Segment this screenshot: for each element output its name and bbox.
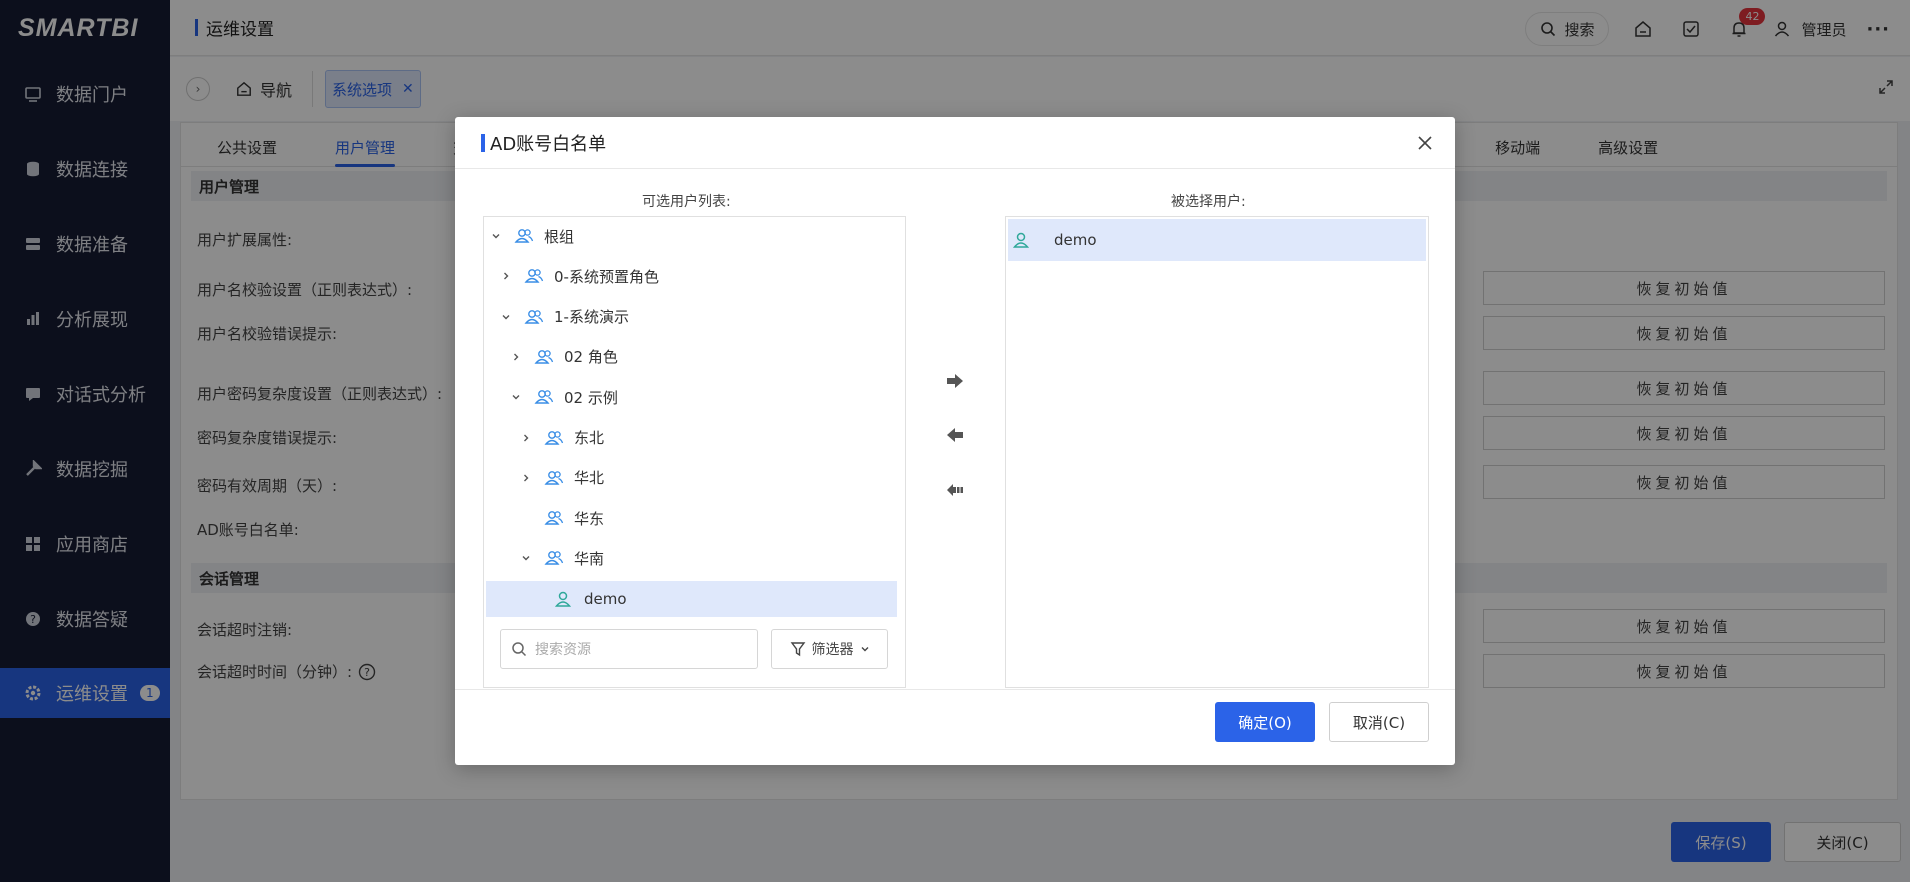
user-group-icon bbox=[544, 509, 564, 527]
tree-node-label: 华北 bbox=[574, 469, 605, 488]
tree-node[interactable]: 02 示例 bbox=[486, 379, 897, 415]
tree-node[interactable]: 华北 bbox=[486, 460, 897, 496]
resource-search-placeholder: 搜索资源 bbox=[535, 642, 591, 658]
user-group-icon bbox=[544, 549, 564, 567]
tree-node-label: 02 角色 bbox=[564, 348, 618, 367]
chevron-down-icon bbox=[861, 647, 868, 652]
tree-node-label: 1-系统演示 bbox=[554, 308, 629, 327]
selected-users-title: 被选择用户: bbox=[1171, 194, 1246, 210]
remove-all-button[interactable] bbox=[943, 478, 967, 502]
search-icon bbox=[512, 642, 527, 657]
tree-node[interactable]: 华东 bbox=[486, 500, 897, 536]
user-group-icon bbox=[534, 388, 554, 406]
tree-node[interactable]: 东北 bbox=[486, 420, 897, 456]
tree-node[interactable]: 根组 bbox=[486, 218, 897, 254]
user-group-icon bbox=[514, 227, 534, 245]
chevron-down-icon[interactable] bbox=[488, 231, 504, 241]
chevron-right-icon[interactable] bbox=[508, 352, 524, 362]
dialog-footer: 确定(O) 取消(C) bbox=[455, 689, 1455, 765]
tree-node[interactable]: demo bbox=[486, 580, 897, 617]
user-icon bbox=[554, 590, 574, 608]
user-group-icon bbox=[544, 429, 564, 447]
tree-node[interactable]: 02 角色 bbox=[486, 339, 897, 375]
arrow-left-icon bbox=[947, 428, 963, 442]
tree-node[interactable]: 1-系统演示 bbox=[486, 299, 897, 335]
chevron-down-icon[interactable] bbox=[498, 312, 514, 322]
funnel-icon bbox=[790, 642, 805, 657]
ad-whitelist-dialog: AD账号白名单 可选用户列表: 被选择用户: 根组 0-系统预置角色 1-系统演示 0… bbox=[455, 117, 1455, 765]
tree-node[interactable]: 华南 bbox=[486, 540, 897, 576]
chevron-right-icon[interactable] bbox=[518, 473, 534, 483]
filter-button[interactable]: 筛选器 bbox=[771, 629, 888, 669]
chevron-down-icon[interactable] bbox=[508, 392, 524, 402]
tree-node-label: 华东 bbox=[574, 509, 605, 528]
chevron-down-icon[interactable] bbox=[518, 553, 534, 563]
tree-node-label: 02 示例 bbox=[564, 388, 618, 407]
available-users-title: 可选用户列表: bbox=[642, 194, 731, 210]
tree-node-label: 华南 bbox=[574, 549, 605, 568]
resource-search-input[interactable]: 搜索资源 bbox=[500, 629, 758, 669]
chevron-right-icon[interactable] bbox=[498, 271, 514, 281]
dialog-header: AD账号白名单 bbox=[455, 117, 1455, 169]
tree-node-label: 根组 bbox=[544, 227, 575, 246]
available-users-panel: 根组 0-系统预置角色 1-系统演示 02 角色 02 示例东北华北华东华南 demo 搜… bbox=[483, 216, 906, 688]
tree-node-label: demo bbox=[584, 589, 627, 608]
close-icon[interactable] bbox=[1415, 133, 1435, 153]
user-group-icon bbox=[524, 308, 544, 326]
selected-user-name: demo bbox=[1054, 231, 1097, 249]
tree-node-label: 东北 bbox=[574, 429, 605, 447]
arrow-right-icon bbox=[947, 374, 963, 388]
dialog-title: AD账号白名单 bbox=[490, 133, 607, 155]
user-group-icon bbox=[544, 469, 564, 487]
user-group-icon bbox=[534, 348, 554, 366]
ok-button[interactable]: 确定(O) bbox=[1215, 702, 1315, 742]
cancel-button[interactable]: 取消(C) bbox=[1329, 702, 1429, 742]
double-arrow-left-icon bbox=[947, 484, 963, 496]
filter-label: 筛选器 bbox=[811, 642, 854, 658]
selected-user-row[interactable]: demo bbox=[1008, 219, 1426, 261]
tree-node-label: 0-系统预置角色 bbox=[554, 267, 659, 286]
user-group-icon bbox=[524, 267, 544, 285]
remove-selected-button[interactable] bbox=[943, 423, 967, 447]
selected-users-panel: demo bbox=[1005, 216, 1429, 688]
user-icon bbox=[1012, 232, 1030, 248]
add-selected-button[interactable] bbox=[943, 369, 967, 393]
chevron-right-icon[interactable] bbox=[518, 433, 534, 443]
tree-node[interactable]: 0-系统预置角色 bbox=[486, 258, 897, 294]
